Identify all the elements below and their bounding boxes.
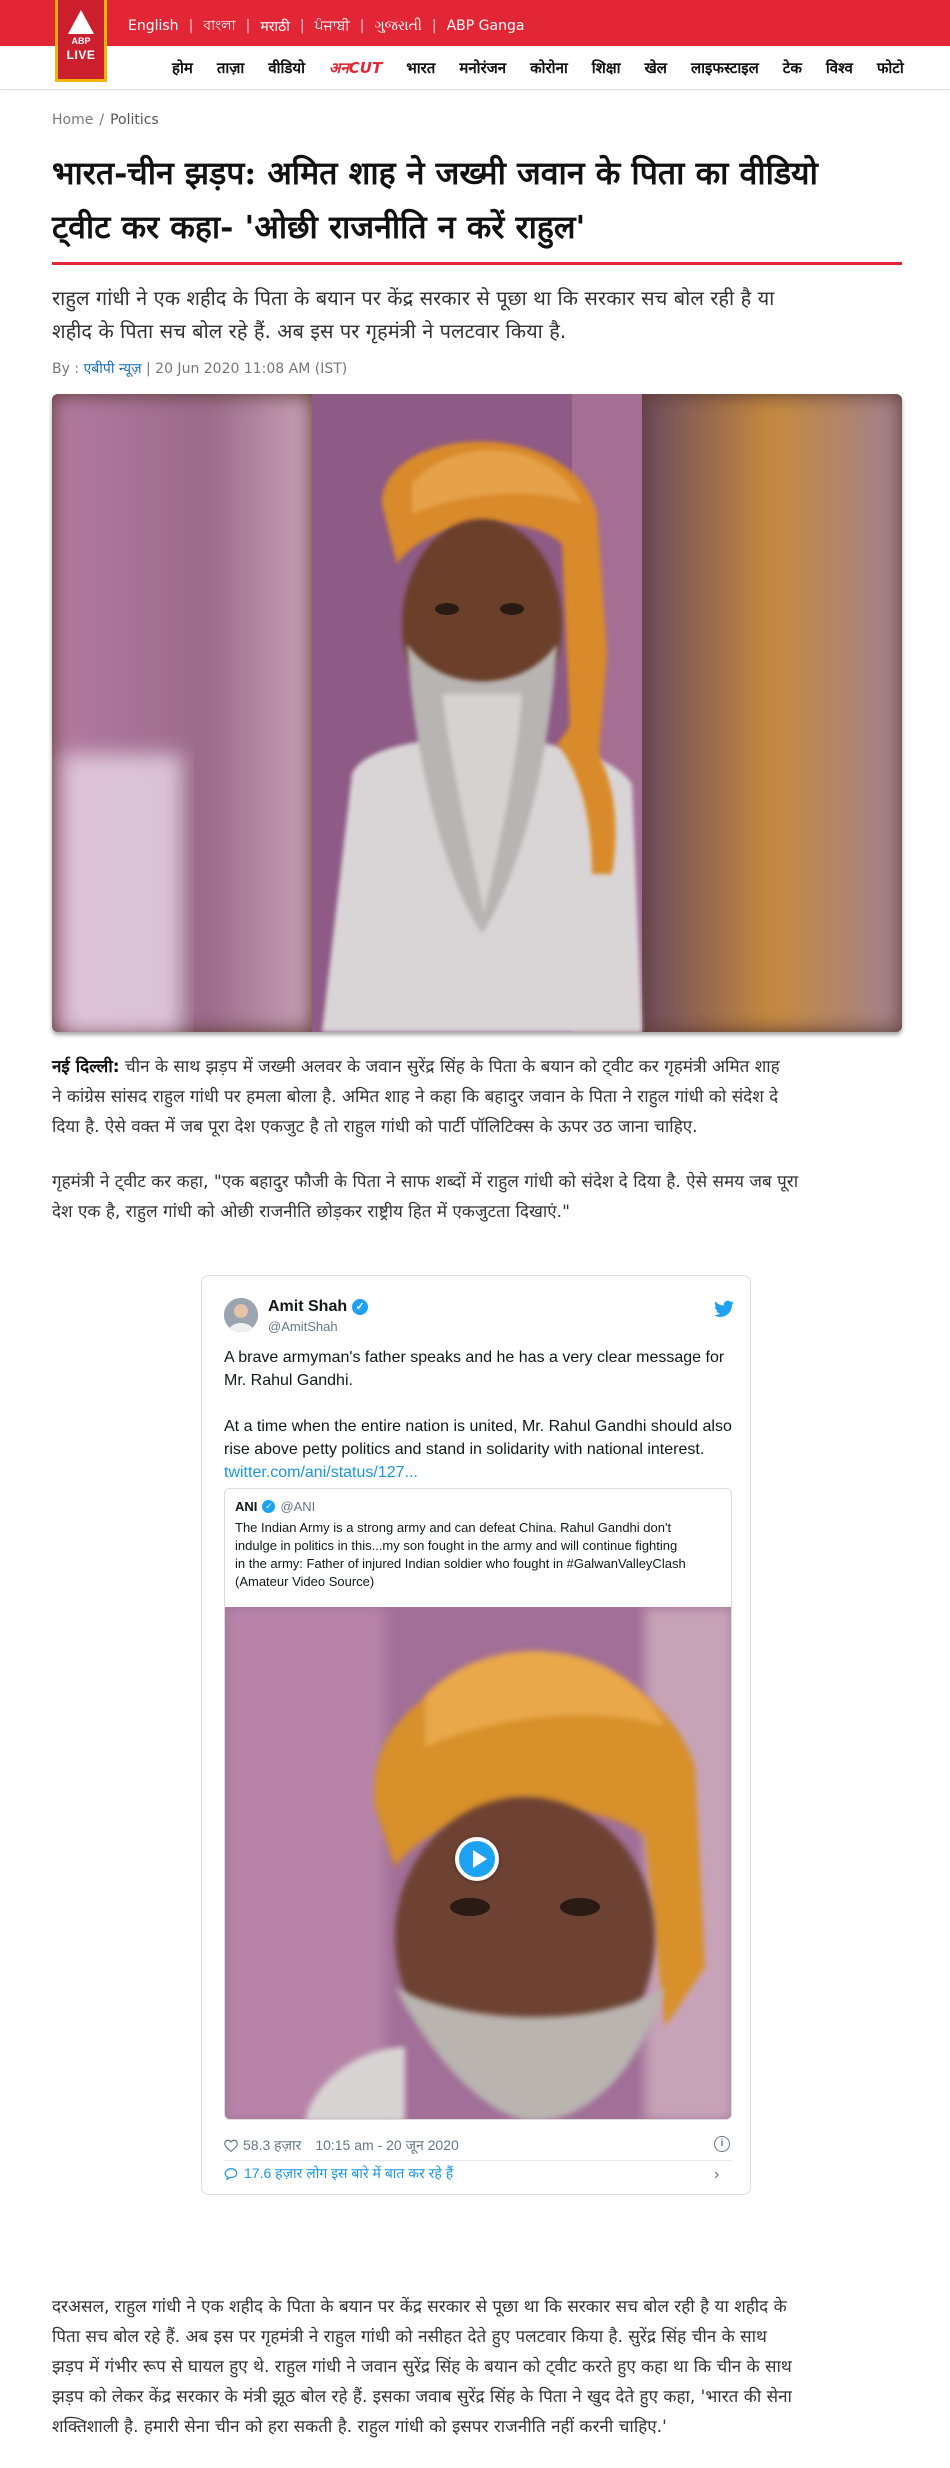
title-divider [52,262,902,265]
embedded-tweet[interactable]: Amit Shah ✓ @AmitShah A brave armyman's … [201,1275,751,2195]
verified-icon: ✓ [352,1299,369,1315]
chevron-right-icon[interactable]: › [714,2166,719,2184]
quoted-tweet-header: ANI ✓ @ANI [235,1499,315,1514]
breadcrumb-current[interactable]: Politics [110,112,159,128]
nav-item-tech[interactable]: टेक [783,58,802,78]
lang-bangla[interactable]: বাংলা [203,14,235,38]
play-icon[interactable] [455,1837,499,1881]
nav-item-video[interactable]: वीडियो [268,58,305,78]
info-icon[interactable]: i [714,2136,730,2152]
tweet-conversation-link[interactable]: 17.6 हज़ार लोग इस बारे में बात कर रहे है… [224,2164,453,2183]
tweet-divider [224,2160,732,2161]
byline: By : एबीपी न्यूज़ | 20 Jun 2020 11:08 AM… [52,361,348,377]
main-nav-bar: होम ताज़ा वीडियो अनCUT भारत मनोरंजन कोरो… [0,46,950,90]
quoted-tweet-text: The Indian Army is a strong army and can… [235,1520,686,1589]
nav-item-lifestyle[interactable]: लाइफस्टाइल [691,58,759,78]
tweet-link[interactable]: twitter.com/ani/status/127... [224,1461,734,1484]
heart-icon [224,2139,238,2152]
quoted-author-name[interactable]: ANI [235,1499,257,1514]
nav-item-corona[interactable]: कोरोना [530,58,568,78]
title-line: ट्वीट कर कहा- 'ओछी राजनीति न करें राहुल' [52,208,586,246]
breadcrumb: Home / Politics [52,112,159,128]
quoted-tweet[interactable]: ANI ✓ @ANI The Indian Army is a strong a… [224,1488,732,2120]
verified-icon: ✓ [262,1500,276,1513]
tweet-meta: 58.3 हज़ार 10:15 am - 20 जून 2020 [224,2136,459,2155]
main-nav: होम ताज़ा वीडियो अनCUT भारत मनोरंजन कोरो… [172,58,928,78]
publish-date: 20 Jun 2020 11:08 AM (IST) [155,361,348,377]
like-count[interactable]: 58.3 हज़ार [224,2136,301,2155]
nav-item-sports[interactable]: खेल [645,58,667,78]
logo-top-text: ABP [71,36,91,46]
by-label: By : [52,361,80,377]
article-paragraph: दरअसल, राहुल गांधी ने एक शहीद के पिता के… [52,2297,792,2437]
dateline: नई दिल्ली: [52,1057,120,1077]
article-summary: राहुल गांधी ने एक शहीद के पिता के बयान प… [52,286,775,343]
nav-item-education[interactable]: शिक्षा [592,58,621,78]
nav-item-india[interactable]: भारत [406,58,435,78]
tweet-author-handle[interactable]: @AmitShah [268,1319,338,1334]
abp-live-logo-icon[interactable]: ABP LIVE [55,0,107,82]
article-paragraph: गृहमंत्री ने ट्वीट कर कहा, "एक बहादुर फौ… [52,1172,799,1222]
comment-icon [224,2167,238,2180]
lang-marathi[interactable]: मराठी [260,17,289,36]
lang-english[interactable]: English [128,18,179,34]
lang-punjabi[interactable]: ਪੰਜਾਬੀ [315,18,350,34]
quoted-tweet-video[interactable] [225,1607,731,2119]
nav-item-latest[interactable]: ताज़ा [217,58,244,78]
breadcrumb-separator: / [99,112,105,128]
hero-photo [52,394,902,1032]
tweet-time[interactable]: 10:15 am - 20 जून 2020 [315,2136,458,2155]
top-bar: English | বাংলা | मराठी | ਪੰਜਾਬੀ | ગુજરા… [0,0,950,46]
breadcrumb-home[interactable]: Home [52,112,93,128]
nav-item-entertainment[interactable]: मनोरंजन [459,58,506,78]
nav-item-uncut[interactable]: अनCUT [329,58,382,78]
title-line: भारत-चीन झड़प: अमित शाह ने जख्मी जवान के… [52,154,818,192]
twitter-bird-icon[interactable] [714,1300,734,1318]
lang-gujarati[interactable]: ગુજરાતી [374,18,421,34]
article-paragraph: नई दिल्ली: चीन के साथ झड़प में जख्मी अलव… [52,1057,780,1137]
author-link[interactable]: एबीपी न्यूज़ [84,361,142,377]
avatar[interactable] [224,1298,258,1332]
nav-item-photo[interactable]: फोटो [877,58,904,78]
page-title: भारत-चीन झड़प: अमित शाह ने जख्मी जवान के… [52,146,902,254]
tweet-text: A brave armyman's father speaks and he h… [224,1346,734,1484]
lang-abp-ganga[interactable]: ABP Ganga [447,18,525,34]
quoted-author-handle[interactable]: @ANI [280,1499,315,1514]
nav-item-world[interactable]: विश्व [826,58,853,78]
tweet-author-name[interactable]: Amit Shah ✓ [268,1298,369,1316]
nav-item-home[interactable]: होम [172,58,193,78]
article-hero-image[interactable] [52,394,902,1032]
language-switcher: English | বাংলা | मराठी | ਪੰਜਾਬੀ | ગુજરા… [128,14,524,38]
logo-bottom-text: LIVE [66,48,96,62]
